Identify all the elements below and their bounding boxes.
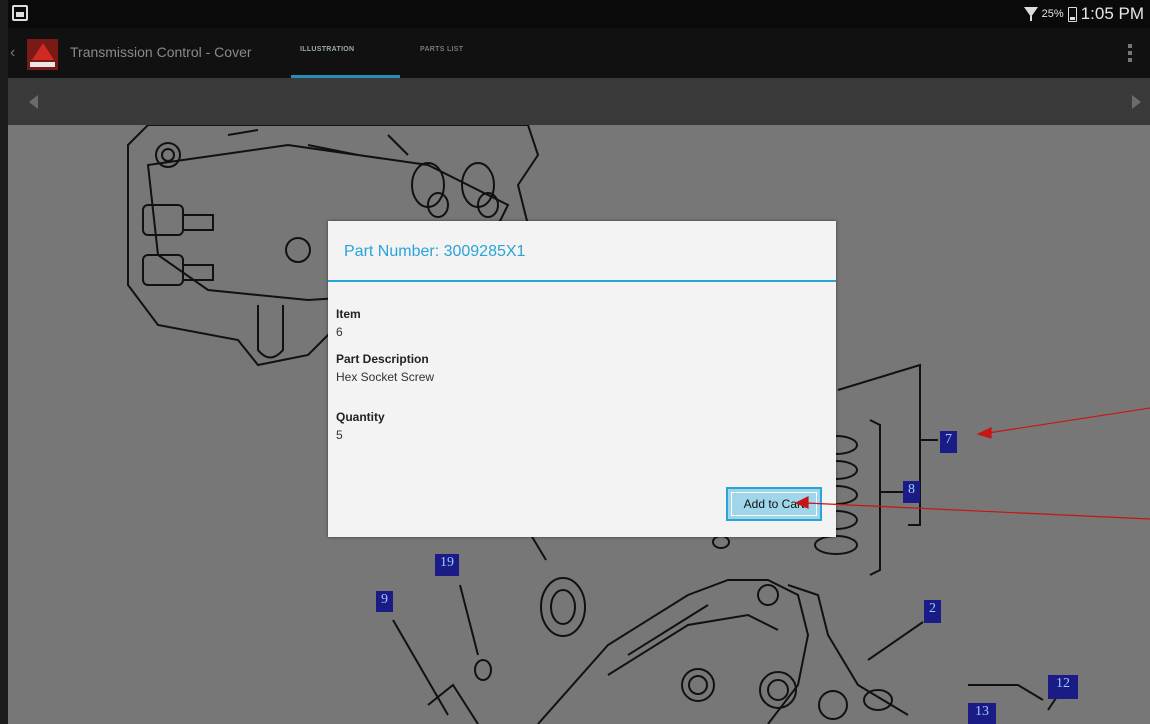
callout-9[interactable]: 9 [376,591,393,612]
item-value: 6 [336,325,343,339]
clock: 1:05 PM [1080,4,1144,23]
tab-parts-list[interactable]: PARTS LIST [420,46,463,53]
page-title: Transmission Control - Cover [70,44,252,60]
notification-icon [12,5,28,21]
dialog-title: Part Number: 3009285X1 [344,243,526,260]
part-details-dialog: Part Number: 3009285X1 Item 6 Part Descr… [328,221,836,537]
status-indicators: 25% 1:05 PM [1023,4,1144,24]
item-label: Item [336,307,361,321]
back-chevron-icon[interactable]: ‹ [10,44,15,62]
action-bar: ‹ Transmission Control - Cover ILLUSTRAT… [8,28,1150,78]
callout-7[interactable]: 7 [940,431,957,453]
wifi-icon [1023,7,1038,21]
quantity-label: Quantity [336,410,385,424]
battery-icon [1067,6,1077,22]
next-arrow-icon[interactable] [1132,95,1141,109]
dialog-divider [328,280,836,282]
callout-12[interactable]: 12 [1048,675,1078,699]
part-description-value: Hex Socket Screw [336,370,435,384]
app-logo[interactable] [27,39,58,70]
quantity-value: 5 [336,428,343,442]
callout-13[interactable]: 13 [968,703,996,724]
callout-19[interactable]: 19 [435,554,459,576]
battery-percent: 25% [1041,8,1064,20]
part-description-label: Part Description [336,352,429,366]
status-bar: 25% 1:05 PM [8,0,1150,28]
overflow-menu-icon[interactable] [1128,44,1132,62]
button-focus-ring [731,492,817,516]
callout-2[interactable]: 2 [924,600,941,623]
illustration-nav-bar [8,78,1150,125]
previous-arrow-icon[interactable] [29,95,38,109]
add-to-cart-button[interactable]: Add to Cart [726,487,822,521]
callout-8[interactable]: 8 [903,481,920,503]
tab-illustration[interactable]: ILLUSTRATION [300,46,354,53]
